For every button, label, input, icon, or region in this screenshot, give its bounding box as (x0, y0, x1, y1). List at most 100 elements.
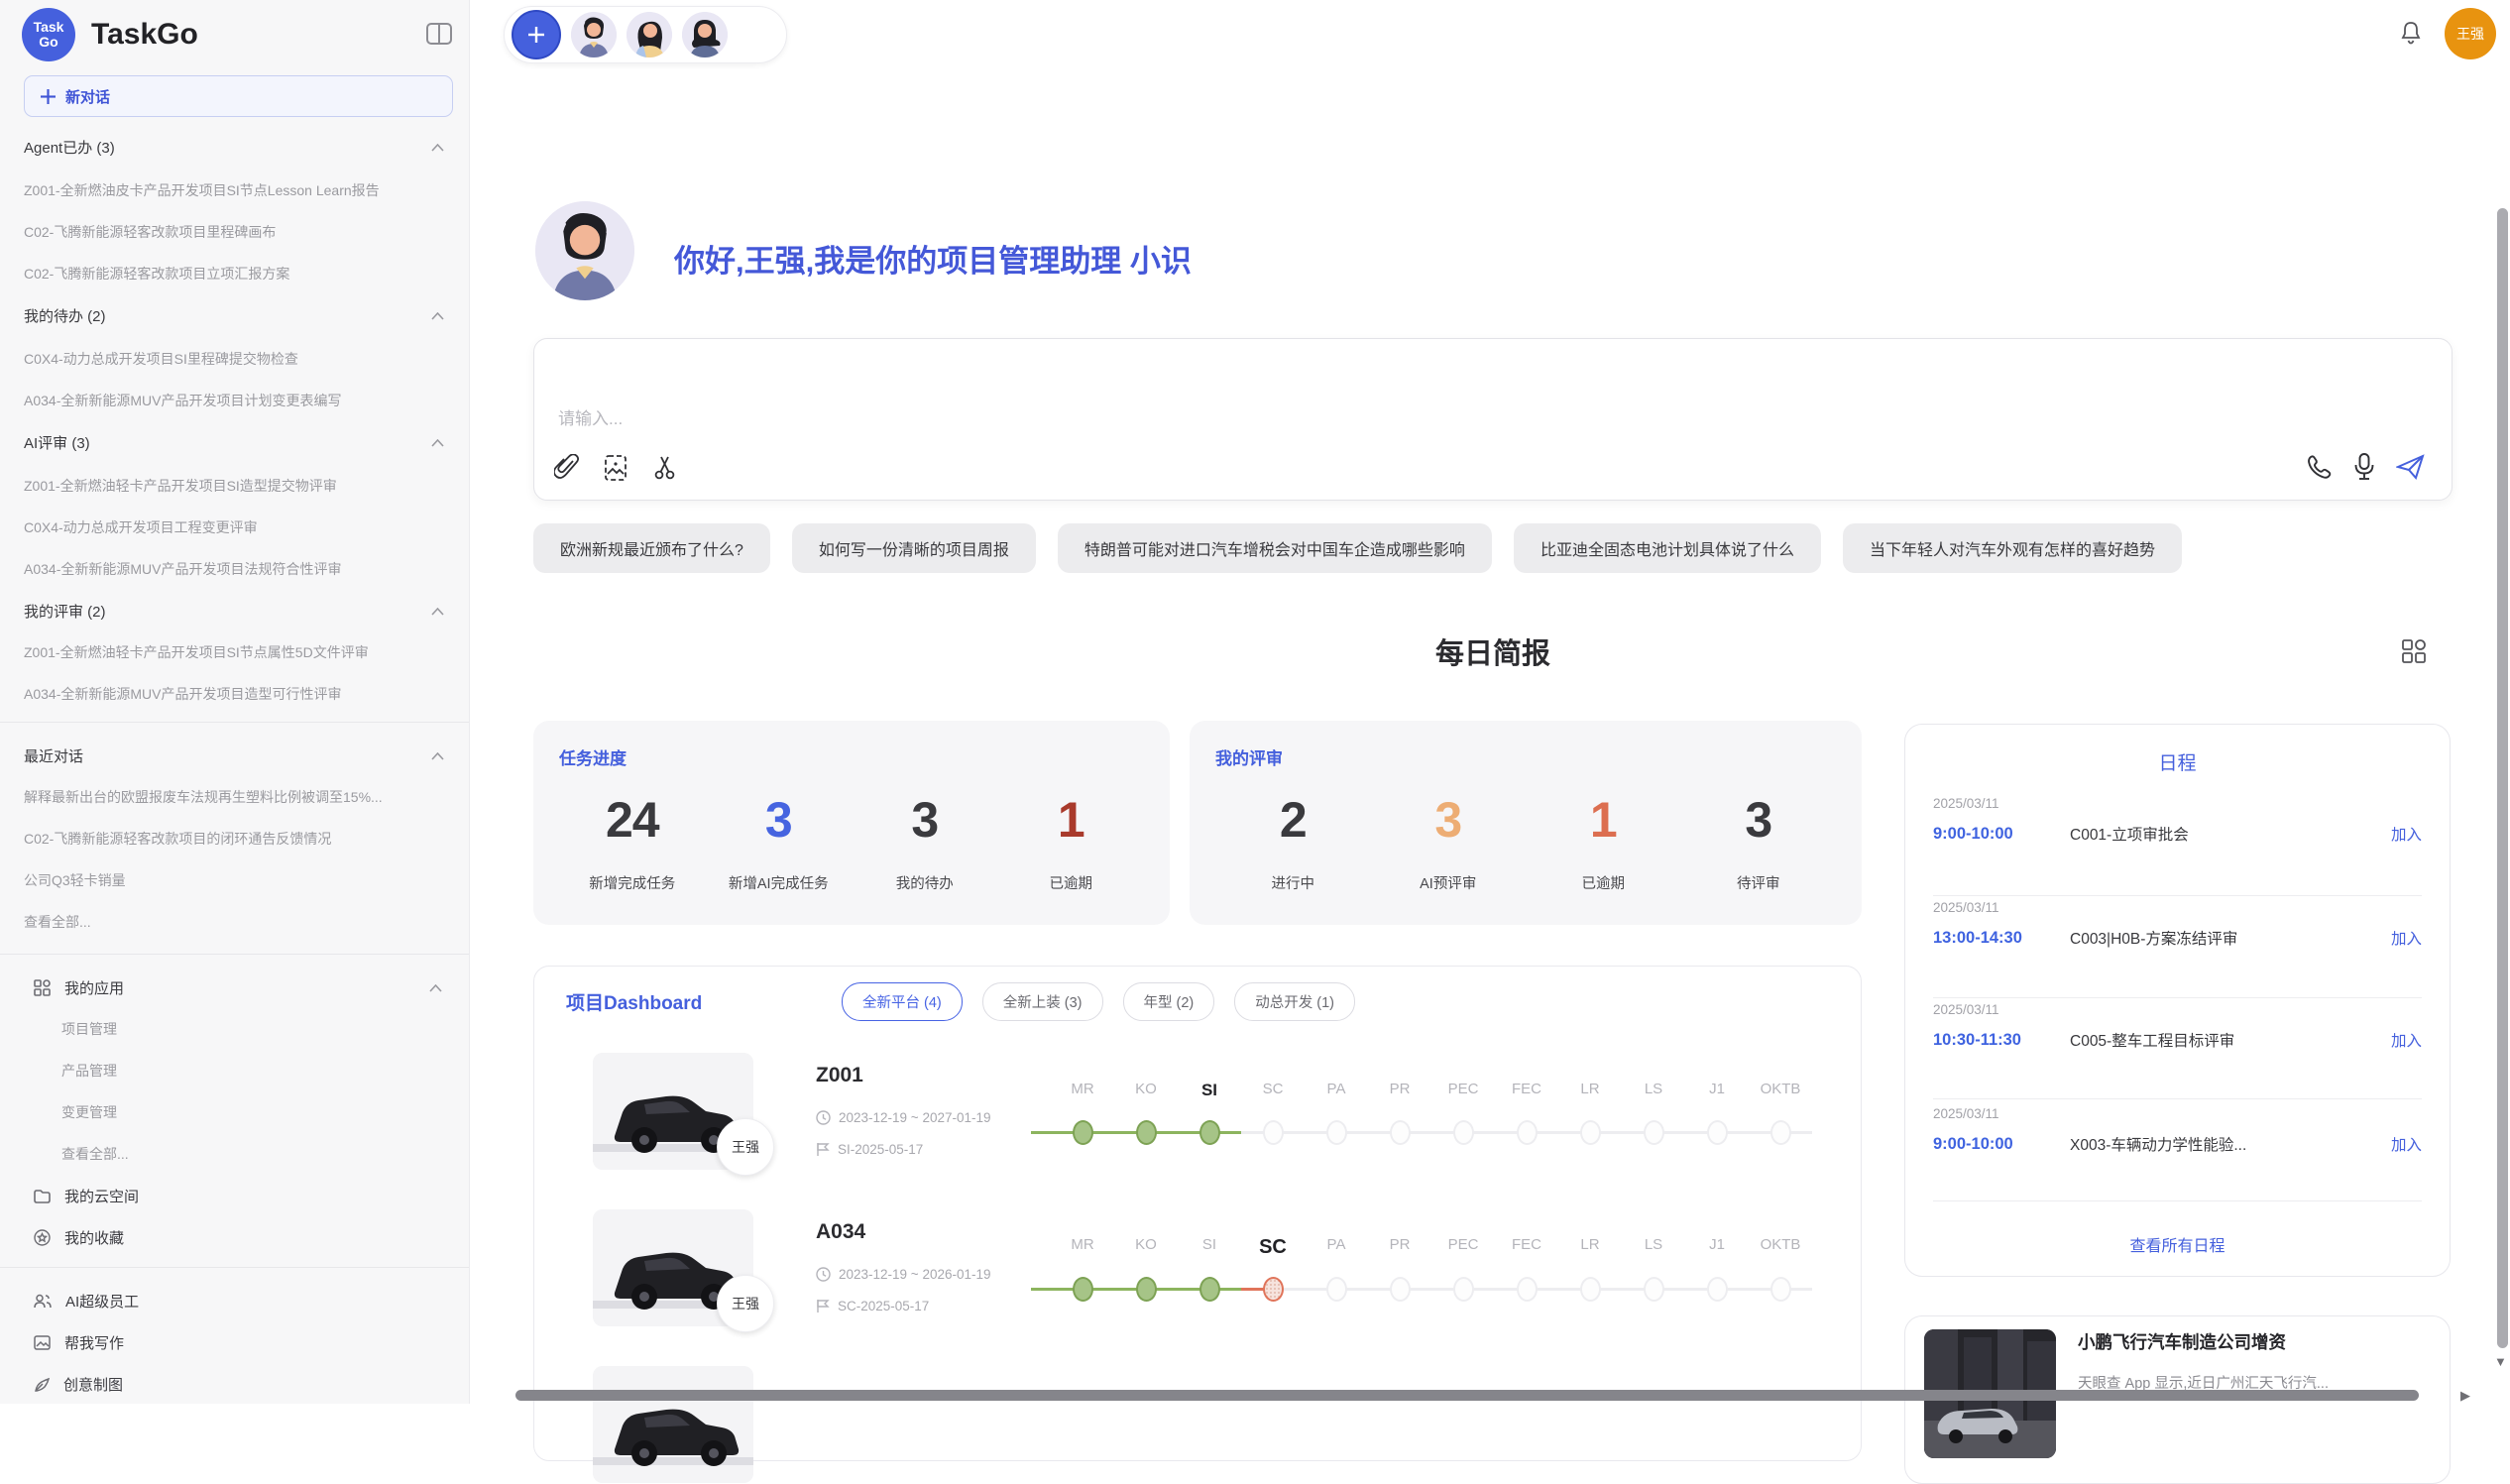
section-my-review[interactable]: 我的评审 (2) (24, 601, 450, 622)
agent-avatar[interactable] (627, 12, 672, 57)
stat-label: 新增完成任务 (559, 872, 706, 893)
sidebar-item-cloud-space[interactable]: 我的云空间 (34, 1186, 450, 1206)
sidebar-item-my-apps[interactable]: 我的应用 (34, 977, 450, 998)
suggestion-chip[interactable]: 比亚迪全固态电池计划具体说了什么 (1514, 523, 1821, 573)
divider (0, 722, 469, 723)
view-all-schedule-link[interactable]: 查看所有日程 (1905, 1232, 2450, 1256)
suggestion-chip[interactable]: 特朗普可能对进口汽车增税会对中国车企造成哪些影响 (1058, 523, 1492, 573)
dashboard-title: 项目Dashboard (566, 988, 702, 1015)
chevron-up-icon[interactable] (429, 984, 450, 992)
tab-new-body[interactable]: 全新上装 (3) (982, 982, 1103, 1021)
tab-year-model[interactable]: 年型 (2) (1123, 982, 1215, 1021)
vertical-scrollbar-thumb[interactable] (2497, 208, 2508, 1348)
new-chat-label: 新对话 (65, 86, 110, 107)
attachment-icon[interactable] (554, 454, 580, 482)
microphone-icon[interactable] (2352, 452, 2376, 482)
join-link[interactable]: 加入 (2391, 1133, 2422, 1155)
sidebar-conversation-item[interactable]: Z001-全新燃油轻卡产品开发项目SI造型提交物评审 (24, 476, 450, 496)
assistant-avatar (535, 201, 634, 300)
join-link[interactable]: 加入 (2391, 1029, 2422, 1051)
layout-toggle-icon[interactable] (2401, 638, 2427, 664)
suggestion-chip[interactable]: 当下年轻人对汽车外观有怎样的喜好趋势 (1843, 523, 2182, 573)
project-name[interactable]: Z001 (816, 1064, 863, 1087)
stat-label: 已逾期 (998, 872, 1145, 893)
milestone-dot (1326, 1277, 1347, 1302)
sidebar-conversation-item[interactable]: C0X4-动力总成开发项目SI里程碑提交物检查 (24, 349, 450, 369)
voice-call-icon[interactable] (2306, 454, 2333, 481)
sidebar-item-change-mgmt[interactable]: 变更管理 (61, 1102, 438, 1122)
dashboard-tabs: 全新平台 (4) 全新上装 (3) 年型 (2) 动总开发 (1) (842, 982, 1355, 1021)
new-chat-button[interactable]: 新对话 (24, 75, 453, 117)
chat-input-box[interactable]: 请输入... (533, 338, 2453, 501)
milestone-dot (1453, 1120, 1474, 1145)
section-recent-chats[interactable]: 最近对话 (24, 745, 450, 766)
stat-value: 2 (1215, 791, 1371, 849)
news-title: 小鹏飞行汽车制造公司增资 (2078, 1329, 2430, 1354)
chevron-up-icon[interactable] (431, 752, 444, 760)
milestone-dot (1644, 1277, 1664, 1302)
notification-bell-icon[interactable] (2399, 20, 2423, 46)
sidebar-conversation-item[interactable]: C02-飞腾新能源轻客改款项目立项汇报方案 (24, 264, 450, 284)
scissors-icon[interactable] (651, 454, 679, 482)
project-owner-badge[interactable]: 王强 (717, 1118, 774, 1176)
sidebar-item-favorites[interactable]: 我的收藏 (34, 1227, 450, 1248)
section-agent-done[interactable]: Agent已办 (3) (24, 137, 450, 158)
sidebar-item-product-mgmt[interactable]: 产品管理 (61, 1061, 438, 1081)
project-owner-badge[interactable]: 王强 (717, 1275, 774, 1332)
tab-new-platform[interactable]: 全新平台 (4) (842, 982, 963, 1021)
sidebar-item-creative-draw[interactable]: 创意制图 (34, 1374, 450, 1395)
join-link[interactable]: 加入 (2391, 927, 2422, 949)
milestone-dot (1136, 1120, 1157, 1145)
section-my-todo[interactable]: 我的待办 (2) (24, 305, 450, 326)
chevron-up-icon[interactable] (431, 144, 444, 152)
suggestion-chip[interactable]: 欧洲新规最近颁布了什么? (533, 523, 770, 573)
suggestion-chip[interactable]: 如何写一份清晰的项目周报 (792, 523, 1036, 573)
scroll-down-arrow[interactable]: ▼ (2494, 1354, 2507, 1369)
agent-avatar[interactable] (682, 12, 728, 57)
image-upload-icon[interactable] (602, 454, 629, 482)
horizontal-scrollbar-thumb[interactable] (515, 1390, 2419, 1401)
sidebar-item-ai-staff[interactable]: AI超级员工 (34, 1291, 450, 1312)
tab-powertrain[interactable]: 动总开发 (1) (1234, 982, 1355, 1021)
schedule-date: 2025/03/11 (1933, 1002, 2422, 1017)
project-name[interactable]: A034 (816, 1220, 865, 1244)
project-dates: 2023-12-19 ~ 2026-01-19 (816, 1267, 991, 1282)
schedule-entry[interactable]: 2025/03/11 9:00-10:00 C001-立项审批会 加入 (1933, 796, 2422, 845)
scroll-right-arrow[interactable]: ▶ (2460, 1388, 2470, 1404)
schedule-event-title: C003|H0B-方案冻结评审 (2070, 927, 2391, 949)
add-agent-button[interactable] (512, 10, 561, 59)
sidebar-conversation-item[interactable]: C02-飞腾新能源轻客改款项目里程碑画布 (24, 222, 450, 242)
user-avatar[interactable]: 王强 (2445, 8, 2496, 59)
sidebar-conversation-item[interactable]: 解释最新出台的欧盟报废车法规再生塑料比例被调至15%... (24, 787, 450, 807)
schedule-event-title: C001-立项审批会 (2070, 823, 2391, 845)
agent-avatar[interactable] (571, 12, 617, 57)
project-flag-date: SI-2025-05-17 (816, 1142, 923, 1157)
chevron-up-icon[interactable] (431, 312, 444, 320)
send-icon[interactable] (2396, 453, 2426, 481)
sidebar-item-help-write[interactable]: 帮我写作 (34, 1332, 450, 1353)
schedule-entry[interactable]: 2025/03/11 9:00-10:00 X003-车辆动力学性能验... 加… (1933, 1106, 2422, 1155)
folder-icon (34, 1189, 51, 1203)
sidebar-conversation-item[interactable]: C02-飞腾新能源轻客改款项目的闭环通告反馈情况 (24, 829, 450, 849)
chevron-up-icon[interactable] (431, 608, 444, 616)
sidebar-item-project-mgmt[interactable]: 项目管理 (61, 1019, 438, 1039)
sidebar-conversation-item[interactable]: A034-全新新能源MUV产品开发项目计划变更表编写 (24, 391, 450, 410)
sidebar-conversation-item[interactable]: Z001-全新燃油皮卡产品开发项目SI节点Lesson Learn报告 (24, 180, 450, 200)
flag-icon (816, 1142, 830, 1157)
sidebar-conversation-item[interactable]: 公司Q3轻卡销量 (24, 870, 450, 890)
chevron-up-icon[interactable] (431, 439, 444, 447)
view-all-recent-link[interactable]: 查看全部... (24, 912, 450, 932)
view-all-apps-link[interactable]: 查看全部... (61, 1144, 438, 1164)
join-link[interactable]: 加入 (2391, 823, 2422, 845)
sidebar-conversation-item[interactable]: A034-全新新能源MUV产品开发项目造型可行性评审 (24, 684, 450, 704)
sidebar-conversation-item[interactable]: A034-全新新能源MUV产品开发项目法规符合性评审 (24, 559, 450, 579)
sidebar: Task Go TaskGo 新对话 Agent已办 (3) Z001-全新燃油… (0, 0, 470, 1404)
sidebar-conversation-item[interactable]: C0X4-动力总成开发项目工程变更评审 (24, 517, 450, 537)
section-ai-review[interactable]: AI评审 (3) (24, 432, 450, 453)
schedule-entry[interactable]: 2025/03/11 10:30-11:30 C005-整车工程目标评审 加入 (1933, 1002, 2422, 1051)
collapse-sidebar-icon[interactable] (426, 22, 452, 46)
schedule-entry[interactable]: 2025/03/11 13:00-14:30 C003|H0B-方案冻结评审 加… (1933, 900, 2422, 949)
sidebar-conversation-item[interactable]: Z001-全新燃油轻卡产品开发项目SI节点属性5D文件评审 (24, 642, 450, 662)
project-flag-date: SC-2025-05-17 (816, 1299, 929, 1313)
suggestion-chips: 欧洲新规最近颁布了什么? 如何写一份清晰的项目周报 特朗普可能对进口汽车增税会对… (533, 523, 2453, 573)
